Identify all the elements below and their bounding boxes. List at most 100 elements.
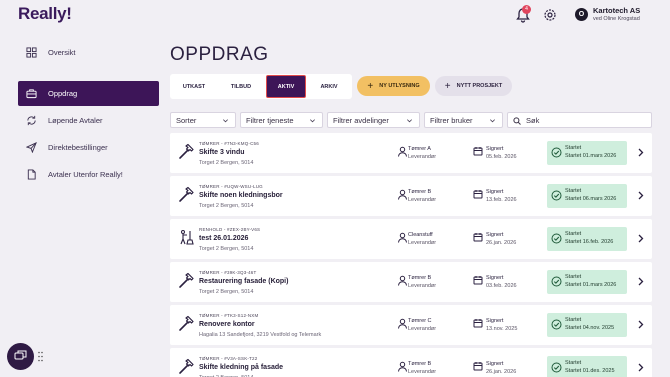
status-badge: Startet Startet 06.mars 2026 <box>547 184 627 208</box>
status-label: Startet <box>565 231 582 237</box>
user-name: ved Oline Krogstad <box>593 16 640 22</box>
table-row[interactable]: TØMRER - #V3A-SSK-T22 Skifte kledning på… <box>170 348 652 377</box>
user-filter[interactable]: Filtrer bruker <box>424 112 503 128</box>
sort-select[interactable]: Sorter <box>170 112 236 128</box>
notification-badge: 4 <box>522 5 531 14</box>
tab-aktiv[interactable]: AKTIV <box>266 75 306 98</box>
job-title: Restaurering fasade (Kopi) <box>199 278 289 285</box>
chevron-right-icon[interactable] <box>637 320 644 329</box>
table-row[interactable]: TØMRER - #7N3-KMQ-C56 Skifte 3 vindu Tor… <box>170 133 652 173</box>
hammer-icon <box>179 143 194 159</box>
sidebar-item-oppdrag[interactable]: Oppdrag <box>18 81 159 106</box>
person-icon <box>398 189 407 200</box>
tab-utkast[interactable]: UTKAST <box>170 74 218 99</box>
provider-name: Tømrer A <box>408 146 431 152</box>
sidebar-item-oversikt[interactable]: Oversikt <box>18 40 159 65</box>
provider-role: Leverandør <box>408 197 437 203</box>
check-circle-icon <box>551 147 562 158</box>
job-title: Skifte noen kledningsbor <box>199 192 283 199</box>
status-badge: Startet Startet 16.feb. 2026 <box>547 227 627 251</box>
provider-name: Tømrer B <box>408 361 432 367</box>
signed-date: 26.jan. 2026 <box>486 369 517 375</box>
status-tabs: UTKAST TILBUD AKTIV ARKIV <box>170 74 352 99</box>
calendar-icon <box>473 362 483 371</box>
job-code: TØMRER - #V3A-SSK-T22 <box>199 356 258 361</box>
search-icon <box>513 117 521 125</box>
drag-handle-icon[interactable] <box>38 351 43 362</box>
job-title: test 26.01.2026 <box>199 235 249 242</box>
gear-icon[interactable] <box>543 8 557 22</box>
status-date: Startet 06.mars 2026 <box>565 196 617 202</box>
document-icon <box>27 169 36 180</box>
check-circle-icon <box>551 319 562 330</box>
sidebar-item-direktebestillinger[interactable]: Direktebestillinger <box>18 135 159 160</box>
chevron-down-icon <box>490 119 495 123</box>
avatar[interactable]: O <box>575 8 588 21</box>
chevron-right-icon[interactable] <box>637 148 644 157</box>
status-date: Startet 01.mars 2026 <box>565 282 617 288</box>
service-filter[interactable]: Filtrer tjeneste <box>240 112 323 128</box>
tab-tilbud[interactable]: TILBUD <box>218 74 264 99</box>
signed-label: Signert <box>486 361 504 367</box>
new-listing-button[interactable]: + NY UTLYSNING <box>357 76 430 96</box>
job-address: Torget 2 Bergen, 5014 <box>199 203 254 209</box>
table-row[interactable]: TØMRER - #UQW-WSU-LUG Skifte noen kledni… <box>170 176 652 216</box>
cleaning-icon <box>180 230 194 245</box>
job-address: Hagalia 13 Sandefjord, 3219 Vestfold og … <box>199 332 322 338</box>
provider-role: Leverandør <box>408 326 437 332</box>
table-row[interactable]: TØMRER - #TK3-S12-NXM Renovere kontor Ha… <box>170 305 652 345</box>
signed-label: Signert <box>486 275 504 281</box>
job-code: TØMRER - #39K-3Q3-46T <box>199 270 257 275</box>
status-date: Startet 04.nov. 2025 <box>565 325 615 331</box>
company-name: Kartotech AS <box>593 6 641 15</box>
chevron-right-icon[interactable] <box>637 363 644 372</box>
signed-label: Signert <box>486 189 504 195</box>
job-title: Skifte 3 vindu <box>199 149 245 156</box>
person-icon <box>398 275 407 286</box>
chevron-down-icon <box>407 119 412 123</box>
calendar-icon <box>473 147 483 156</box>
status-badge: Startet Startet 01.mars 2026 <box>547 141 627 165</box>
person-icon <box>398 232 407 243</box>
sidebar-item-avtaler-utenfor[interactable]: Avtaler Utenfor Really! <box>18 162 159 187</box>
job-code: TØMRER - #TK3-S12-NXM <box>199 313 259 318</box>
status-label: Startet <box>565 274 582 280</box>
provider-name: Tømrer B <box>408 189 432 195</box>
status-label: Startet <box>565 145 582 151</box>
provider-role: Leverandør <box>408 240 437 246</box>
provider-name: Tømrer C <box>408 318 432 324</box>
really-logo[interactable]: Really! <box>18 4 72 24</box>
department-filter[interactable]: Filtrer avdelinger <box>327 112 420 128</box>
sidebar-item-label: Avtaler Utenfor Really! <box>48 170 123 179</box>
search-input[interactable]: Søk <box>507 112 652 128</box>
sidebar-item-label: Oversikt <box>48 48 76 57</box>
plus-icon: + <box>367 80 374 92</box>
tab-arkiv[interactable]: ARKIV <box>308 74 350 99</box>
sidebar-item-label: Direktebestillinger <box>48 143 108 152</box>
grid-icon <box>26 47 37 58</box>
chevron-right-icon[interactable] <box>637 191 644 200</box>
job-code: RENHOLD - #ZEX-2BY-V6S <box>199 227 261 232</box>
status-date: Startet 01.des. 2025 <box>565 368 615 374</box>
send-icon <box>26 142 37 153</box>
chat-button[interactable] <box>7 343 34 370</box>
new-project-button[interactable]: + NYTT PROSJEKT <box>435 76 512 96</box>
calendar-icon <box>473 233 483 242</box>
table-row[interactable]: RENHOLD - #ZEX-2BY-V6S test 26.01.2026 T… <box>170 219 652 259</box>
sidebar-item-label: Løpende Avtaler <box>48 116 103 125</box>
status-label: Startet <box>565 360 582 366</box>
signed-date: 05.feb. 2026 <box>486 154 517 160</box>
status-badge: Startet Startet 01.mars 2026 <box>547 270 627 294</box>
chevron-right-icon[interactable] <box>637 277 644 286</box>
provider-role: Leverandør <box>408 154 437 160</box>
calendar-icon <box>473 319 483 328</box>
sidebar-item-lopende-avtaler[interactable]: Løpende Avtaler <box>18 108 159 133</box>
chevron-down-icon <box>223 119 228 123</box>
table-row[interactable]: TØMRER - #39K-3Q3-46T Restaurering fasad… <box>170 262 652 302</box>
status-date: Startet 01.mars 2026 <box>565 153 617 159</box>
provider-name: Tømrer B <box>408 275 432 281</box>
job-code: TØMRER - #UQW-WSU-LUG <box>199 184 263 189</box>
chevron-right-icon[interactable] <box>637 234 644 243</box>
person-icon <box>398 318 407 329</box>
job-address: Torget 2 Bergen, 5014 <box>199 160 254 166</box>
